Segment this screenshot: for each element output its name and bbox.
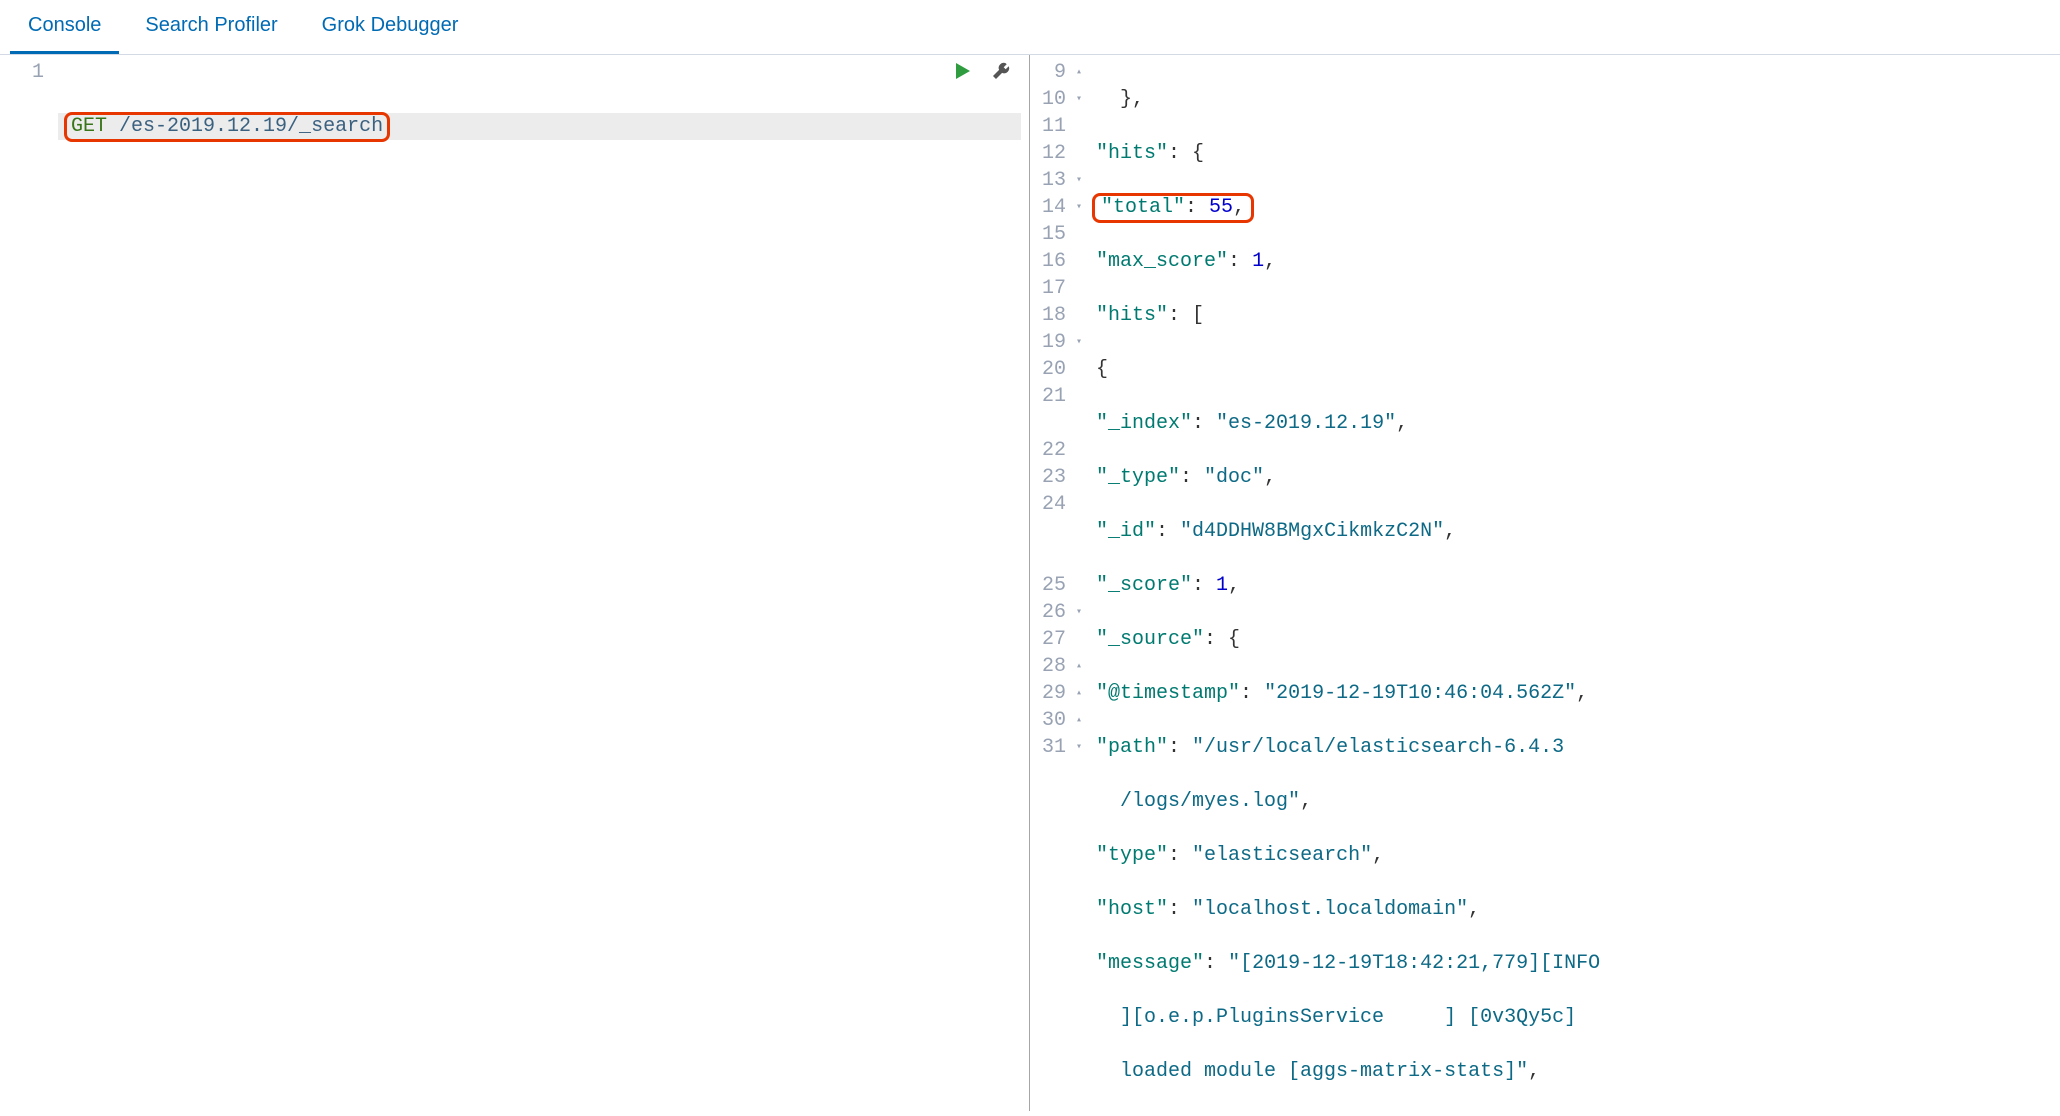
gutter-line: 24 bbox=[1042, 491, 1082, 518]
gutter-line bbox=[1042, 545, 1082, 572]
gutter-line: 29▴ bbox=[1042, 680, 1082, 707]
request-gutter: 1 bbox=[0, 55, 50, 1111]
gutter-line bbox=[1042, 410, 1082, 437]
tab-bar: Console Search Profiler Grok Debugger bbox=[0, 0, 2060, 55]
gutter-line: 12 bbox=[1042, 140, 1082, 167]
fold-expand-icon[interactable]: ▾ bbox=[1070, 167, 1082, 194]
response-gutter: 9▴10▾111213▾14▾1516171819▾2021 222324 2526… bbox=[1030, 55, 1088, 1111]
tab-grok-debugger[interactable]: Grok Debugger bbox=[304, 0, 477, 54]
gutter-line: 30▴ bbox=[1042, 707, 1082, 734]
tab-console[interactable]: Console bbox=[10, 0, 119, 54]
gutter-line: 14▾ bbox=[1042, 194, 1082, 221]
request-path: /es-2019.12.19/_search bbox=[119, 115, 383, 138]
tab-search-profiler[interactable]: Search Profiler bbox=[127, 0, 295, 54]
fold-collapse-icon[interactable]: ▴ bbox=[1070, 653, 1082, 680]
fold-expand-icon[interactable]: ▾ bbox=[1070, 734, 1082, 761]
gutter-line: 22 bbox=[1042, 437, 1082, 464]
fold-collapse-icon[interactable]: ▴ bbox=[1070, 680, 1082, 707]
gutter-line: 28▴ bbox=[1042, 653, 1082, 680]
gutter-line bbox=[1042, 518, 1082, 545]
gutter-line: 31▾ bbox=[1042, 734, 1082, 761]
request-method: GET bbox=[71, 115, 107, 138]
gutter-line: 10▾ bbox=[1042, 86, 1082, 113]
request-pane: 1 GET /es-2019.12.19/_search bbox=[0, 55, 1030, 1111]
fold-collapse-icon[interactable]: ▴ bbox=[1070, 707, 1082, 734]
fold-collapse-icon[interactable]: ▴ bbox=[1070, 59, 1082, 86]
gutter-line: 23 bbox=[1042, 464, 1082, 491]
gutter-line: 9▴ bbox=[1042, 59, 1082, 86]
gutter-line: 17 bbox=[1042, 275, 1082, 302]
gutter-line: 19▾ bbox=[1042, 329, 1082, 356]
response-viewer[interactable]: }, "hits": { "total": 55, "max_score": 1… bbox=[1088, 55, 2060, 1111]
gutter-line: 13▾ bbox=[1042, 167, 1082, 194]
gutter-line: 25 bbox=[1042, 572, 1082, 599]
gutter-line: 11 bbox=[1042, 113, 1082, 140]
fold-expand-icon[interactable]: ▾ bbox=[1070, 194, 1082, 221]
total-highlight: "total": 55, bbox=[1092, 193, 1254, 223]
run-button[interactable] bbox=[953, 61, 973, 81]
gutter-line: 18 bbox=[1042, 302, 1082, 329]
gutter-line: 27 bbox=[1042, 626, 1082, 653]
wrench-icon[interactable] bbox=[991, 61, 1011, 81]
pane-splitter[interactable]: ··· bbox=[1030, 574, 1032, 592]
response-pane: ··· 9▴10▾111213▾14▾1516171819▾2021 222324… bbox=[1030, 55, 2060, 1111]
fold-expand-icon[interactable]: ▾ bbox=[1070, 599, 1082, 626]
request-line-number: 1 bbox=[32, 59, 44, 86]
gutter-line: 21 bbox=[1042, 383, 1082, 410]
gutter-line: 26▾ bbox=[1042, 599, 1082, 626]
fold-expand-icon[interactable]: ▾ bbox=[1070, 329, 1082, 356]
gutter-line: 20 bbox=[1042, 356, 1082, 383]
gutter-line: 15 bbox=[1042, 221, 1082, 248]
gutter-line: 16 bbox=[1042, 248, 1082, 275]
fold-expand-icon[interactable]: ▾ bbox=[1070, 86, 1082, 113]
request-editor[interactable]: GET /es-2019.12.19/_search bbox=[50, 55, 1029, 1111]
